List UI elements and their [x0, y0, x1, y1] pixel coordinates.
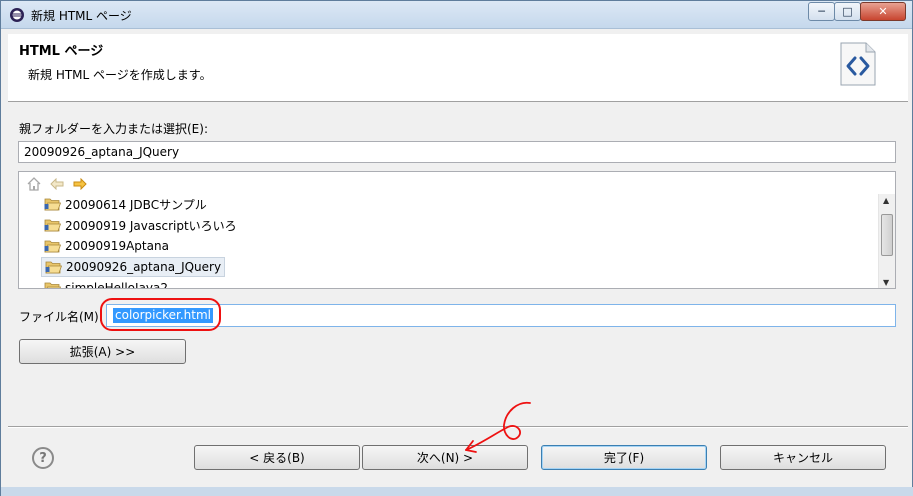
window-title: 新規 HTML ページ — [31, 9, 132, 23]
tree-item[interactable]: simpleHelloJava2 — [41, 278, 171, 289]
dialog-window: 新規 HTML ページ ─ □ ✕ HTML ページ 新規 HTML ページを作… — [0, 0, 913, 496]
tree-toolbar — [25, 175, 89, 193]
tree-item-label: 20090926_aptana_JQuery — [66, 260, 222, 274]
project-folder-icon — [44, 240, 61, 253]
window-controls: ─ □ ✕ — [808, 2, 906, 21]
tree-item[interactable]: 20090919 Javascriptいろいろ — [41, 215, 240, 235]
back-arrow-icon[interactable] — [48, 175, 66, 193]
file-name-input[interactable]: colorpicker.html — [106, 304, 896, 327]
title-bar[interactable]: 新規 HTML ページ ─ □ ✕ — [1, 1, 912, 29]
page-title: HTML ページ — [19, 44, 104, 59]
file-name-label: ファイル名(M): — [19, 310, 103, 324]
cancel-button[interactable]: キャンセル — [720, 445, 886, 470]
page-description: 新規 HTML ページを作成します。 — [28, 68, 212, 82]
minimize-button[interactable]: ─ — [808, 2, 835, 21]
project-folder-icon — [44, 219, 61, 232]
finish-button[interactable]: 完了(F) — [541, 445, 707, 470]
advanced-button[interactable]: 拡張(A) >> — [19, 339, 186, 364]
parent-folder-input[interactable]: 20090926_aptana_JQuery — [18, 141, 896, 163]
tree-item-label: 20090919 Javascriptいろいろ — [65, 218, 237, 233]
tree-item-label: 20090919Aptana — [65, 239, 169, 253]
maximize-button[interactable]: □ — [834, 2, 861, 21]
scroll-up-arrow-icon[interactable]: ▲ — [883, 196, 889, 205]
project-folder-icon — [45, 261, 62, 274]
project-folder-icon — [44, 282, 61, 288]
tree-item[interactable]: 20090614 JDBCサンプル — [41, 194, 210, 214]
tree-item[interactable]: 20090919Aptana — [41, 236, 172, 256]
tree-scrollbar[interactable]: ▲ ▼ — [878, 194, 895, 288]
eclipse-app-icon — [10, 8, 24, 22]
window-bottom-edge — [1, 487, 913, 496]
forward-arrow-icon[interactable] — [71, 175, 89, 193]
parent-folder-label: 親フォルダーを入力または選択(E): — [19, 122, 208, 136]
project-folder-icon — [44, 198, 61, 211]
tree-item-selected[interactable]: 20090926_aptana_JQuery — [41, 257, 226, 277]
folder-tree[interactable]: 20090614 JDBCサンプル 20090919 Javascriptいろい… — [18, 171, 896, 289]
wizard-header: HTML ページ 新規 HTML ページを作成します。 — [8, 34, 908, 102]
scroll-down-arrow-icon[interactable]: ▼ — [883, 278, 889, 287]
tree-item-label: simpleHelloJava2 — [65, 281, 169, 289]
annotation-arrow-icon — [465, 401, 531, 453]
scrollbar-thumb[interactable] — [881, 214, 893, 256]
tree-item-label: 20090614 JDBCサンプル — [65, 197, 207, 212]
back-button[interactable]: < 戻る(B) — [194, 445, 360, 470]
html-file-icon — [840, 42, 876, 86]
home-icon[interactable] — [25, 175, 43, 193]
close-button[interactable]: ✕ — [860, 2, 906, 21]
annotation-circle — [100, 298, 221, 331]
help-icon[interactable]: ? — [32, 447, 54, 469]
